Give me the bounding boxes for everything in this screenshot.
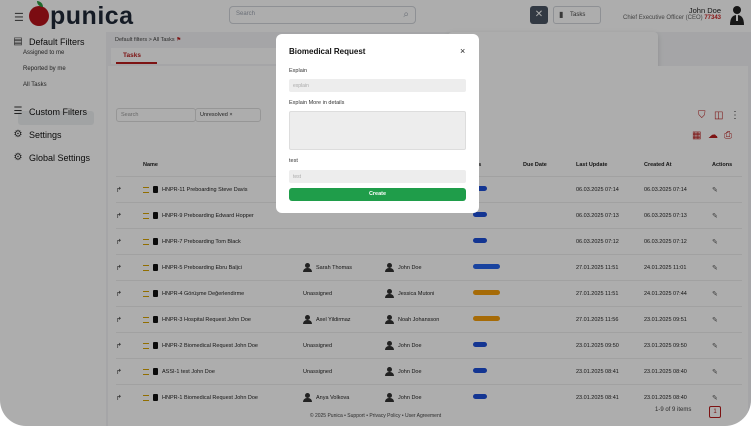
biomedical-request-modal: Biomedical Request × Explain explain Exp… bbox=[276, 34, 479, 213]
close-icon[interactable]: × bbox=[460, 46, 465, 56]
test-label: test bbox=[289, 158, 298, 164]
app-window: ☰ punica Search ⌕ ✕ ▮ Tasks John Doe Chi… bbox=[0, 0, 751, 426]
test-input[interactable]: test bbox=[289, 170, 466, 183]
explain-label: Explain bbox=[289, 68, 308, 74]
create-button[interactable]: Create bbox=[289, 188, 466, 201]
modal-title: Biomedical Request bbox=[289, 47, 366, 56]
explain-details-label: Explain More in details bbox=[289, 100, 345, 106]
explain-details-textarea[interactable] bbox=[289, 111, 466, 150]
explain-input[interactable]: explain bbox=[289, 79, 466, 92]
